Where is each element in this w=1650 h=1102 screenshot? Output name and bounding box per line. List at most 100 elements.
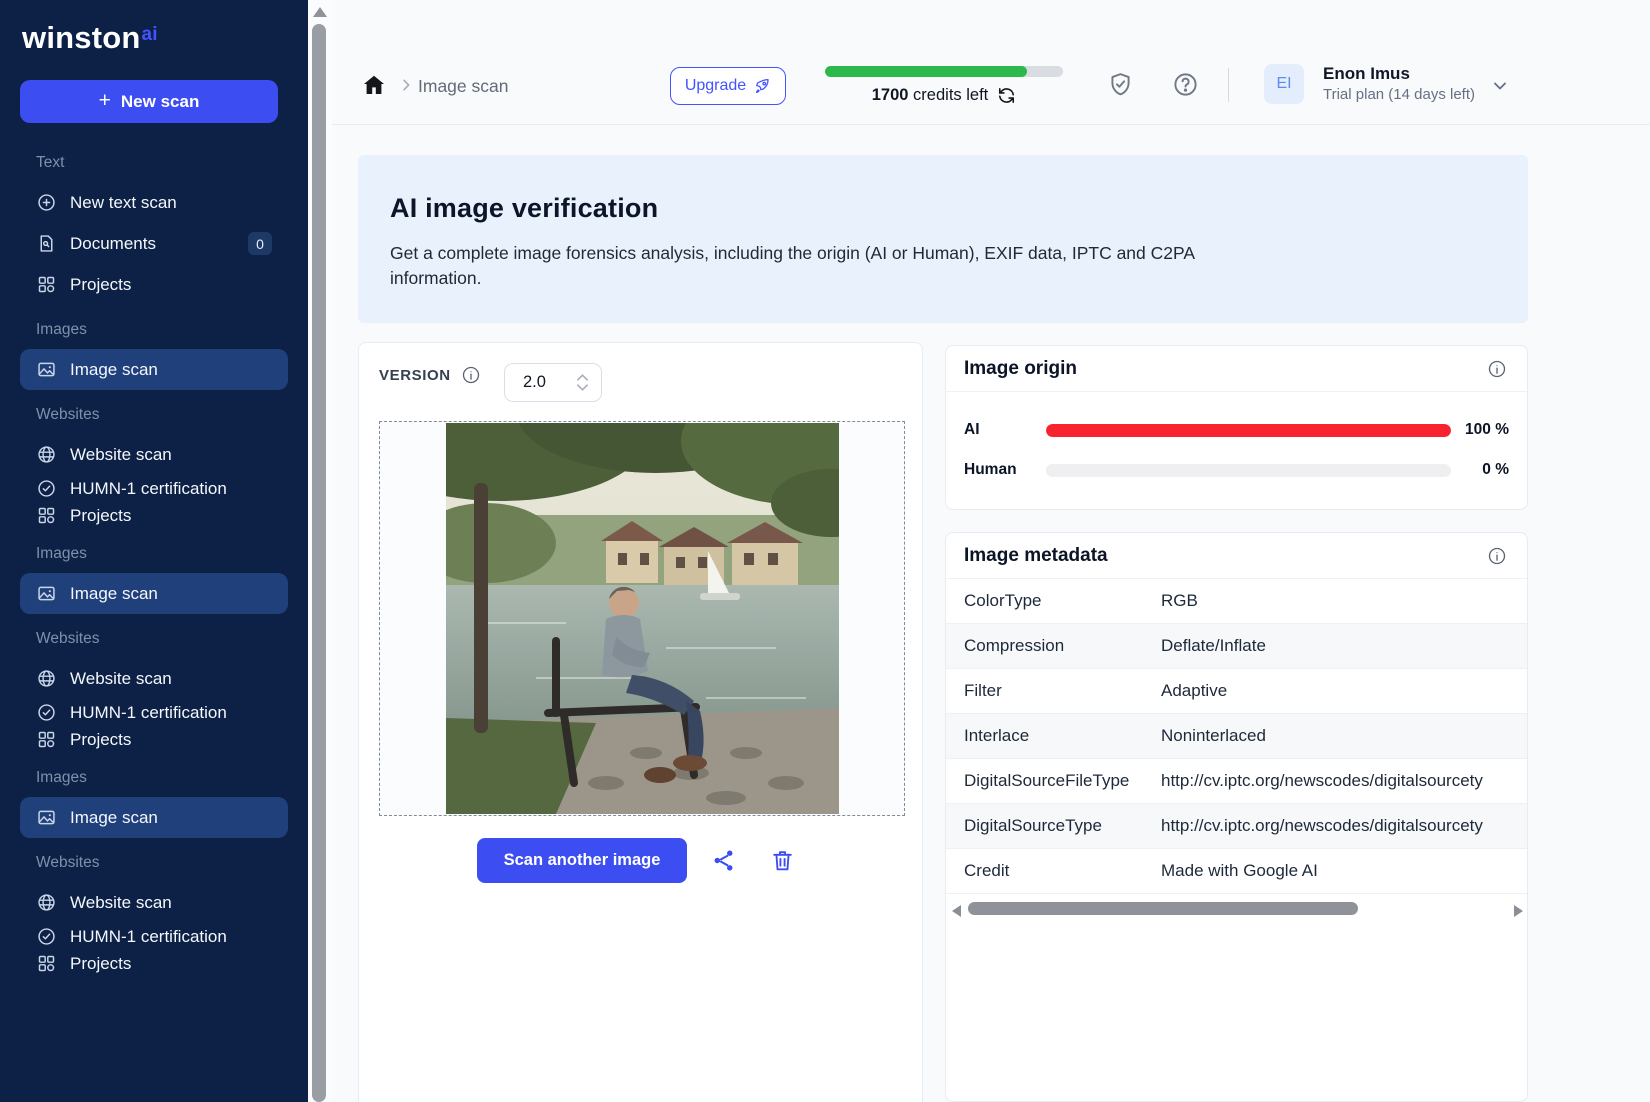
- trash-icon[interactable]: [770, 848, 795, 873]
- version-info-icon[interactable]: [461, 365, 481, 385]
- image-icon: [36, 583, 57, 604]
- check-circle-icon: [36, 702, 57, 723]
- origin-label: Human: [964, 461, 1046, 479]
- version-label: VERSION: [379, 367, 451, 384]
- plus-icon: +: [99, 89, 111, 113]
- globe-icon: [36, 892, 57, 913]
- image-icon: [36, 807, 57, 828]
- image-origin-title: Image origin: [964, 358, 1077, 380]
- new-scan-button[interactable]: + New scan: [20, 80, 278, 123]
- origin-label: AI: [964, 421, 1046, 439]
- sidebar-item-website-scan[interactable]: Website scan: [20, 434, 288, 475]
- sidebar-item-projects[interactable]: Projects: [20, 502, 288, 529]
- grid-icon: [36, 729, 57, 750]
- page-title: AI image verification: [390, 193, 1496, 224]
- sidebar-item-website-scan[interactable]: Website scan: [20, 658, 288, 699]
- documents-count-badge: 0: [248, 232, 272, 255]
- origin-percent: 100 %: [1451, 421, 1509, 439]
- sidebar-item-label: New text scan: [70, 193, 272, 213]
- origin-row-ai: AI 100 %: [964, 410, 1509, 450]
- plus-circle-icon: [36, 192, 57, 213]
- scroll-right-arrow-icon[interactable]: [1514, 905, 1523, 917]
- avatar[interactable]: EI: [1264, 64, 1304, 104]
- sidebar-item-projects[interactable]: Projects: [20, 950, 288, 977]
- metadata-key: Filter: [946, 681, 1161, 701]
- metadata-row-compression: CompressionDeflate/Inflate: [946, 624, 1527, 669]
- scroll-left-arrow-icon[interactable]: [952, 905, 961, 917]
- metadata-value: Deflate/Inflate: [1161, 636, 1527, 656]
- upgrade-button[interactable]: Upgrade: [670, 67, 786, 105]
- credits-widget: 1700 credits left: [825, 66, 1063, 105]
- metadata-key: Credit: [946, 861, 1161, 881]
- sidebar-item-projects[interactable]: Projects: [20, 264, 288, 305]
- metadata-value: RGB: [1161, 591, 1527, 611]
- sidebar-item-label: Projects: [70, 730, 272, 750]
- globe-icon: [36, 444, 57, 465]
- metadata-value: Made with Google AI: [1161, 861, 1527, 881]
- shield-check-icon[interactable]: [1107, 71, 1134, 98]
- origin-bar-fill: [1046, 424, 1451, 437]
- page-description: Get a complete image forensics analysis,…: [390, 241, 1212, 291]
- metadata-key: DigitalSourceType: [946, 816, 1161, 836]
- chevron-down-icon[interactable]: [1490, 76, 1510, 96]
- sidebar-nav: TextNew text scanDocuments0ProjectsImage…: [0, 138, 308, 977]
- sidebar-item-label: Image scan: [70, 808, 272, 828]
- origin-percent: 0 %: [1451, 461, 1509, 479]
- sidebar-item-label: Website scan: [70, 669, 272, 689]
- sidebar-item-label: Projects: [70, 954, 272, 974]
- sidebar-item-documents[interactable]: Documents 0: [20, 223, 288, 264]
- home-icon[interactable]: [362, 73, 386, 97]
- metadata-value: http://cv.iptc.org/newscodes/digitalsour…: [1161, 771, 1527, 791]
- version-select[interactable]: 2.0: [504, 363, 602, 402]
- sidebar-item-image-scan[interactable]: Image scan: [20, 349, 288, 390]
- refresh-icon[interactable]: [997, 86, 1016, 105]
- sidebar-item-label: Website scan: [70, 445, 272, 465]
- image-origin-info-icon[interactable]: [1487, 359, 1507, 379]
- document-icon: [36, 233, 57, 254]
- sidebar-item-new-text-scan[interactable]: New text scan: [20, 182, 288, 223]
- sidebar-section-label: Websites: [0, 614, 308, 658]
- image-metadata-info-icon[interactable]: [1487, 546, 1507, 566]
- logo-brand: winston: [22, 20, 141, 55]
- metadata-value: http://cv.iptc.org/newscodes/digitalsour…: [1161, 816, 1527, 836]
- user-name[interactable]: Enon Imus: [1323, 64, 1410, 84]
- metadata-horizontal-scrollbar: [952, 902, 1523, 920]
- sidebar-section-label: Text: [0, 138, 308, 182]
- app-logo: winstonai: [0, 0, 308, 56]
- sidebar-item-image-scan[interactable]: Image scan: [20, 797, 288, 838]
- sidebar-item-website-scan[interactable]: Website scan: [20, 882, 288, 923]
- scroll-up-arrow-icon[interactable]: [313, 7, 327, 17]
- sidebar: winstonai + New scan Text New text scan Do…: [0, 0, 308, 1102]
- image-icon: [36, 359, 57, 380]
- sidebar-item-label: Image scan: [70, 584, 272, 604]
- scan-another-image-button[interactable]: Scan another image: [477, 838, 687, 883]
- metadata-row-interlace: InterlaceNoninterlaced: [946, 714, 1527, 759]
- globe-icon: [36, 668, 57, 689]
- top-bar: Image scan Upgrade 1700 credits left EI …: [332, 0, 1650, 125]
- sidebar-item-projects[interactable]: Projects: [20, 726, 288, 753]
- share-icon[interactable]: [711, 848, 736, 873]
- page-banner: AI image verification Get a complete ima…: [358, 155, 1528, 323]
- credits-progress-track: [825, 66, 1063, 77]
- sidebar-item-humn-1-certification[interactable]: HUMN-1 certification: [20, 923, 288, 950]
- version-value: 2.0: [523, 373, 558, 392]
- scan-panel: VERSION 2.0: [358, 342, 923, 1102]
- app-window: winstonai + New scan Text New text scan Do…: [0, 0, 1650, 1102]
- metadata-row-digitalsourcetype: DigitalSourceTypehttp://cv.iptc.org/news…: [946, 804, 1527, 849]
- sidebar-section-label: Websites: [0, 838, 308, 882]
- vertical-scrollbar-thumb[interactable]: [312, 24, 326, 1102]
- sidebar-item-image-scan[interactable]: Image scan: [20, 573, 288, 614]
- sidebar-item-humn-1-certification[interactable]: HUMN-1 certification: [20, 699, 288, 726]
- new-scan-label: New scan: [121, 92, 199, 112]
- help-icon[interactable]: [1172, 71, 1199, 98]
- sidebar-section-label: Images: [0, 529, 308, 573]
- origin-rows: AI 100 % Human 0 %: [946, 392, 1527, 490]
- sidebar-item-label: Documents: [70, 234, 235, 254]
- horizontal-scrollbar-thumb[interactable]: [968, 902, 1358, 915]
- origin-row-human: Human 0 %: [964, 450, 1509, 490]
- sidebar-item-humn-1-certification[interactable]: HUMN-1 certification: [20, 475, 288, 502]
- select-chevrons-icon: [576, 373, 589, 392]
- metadata-value: Adaptive: [1161, 681, 1527, 701]
- avatar-initials: EI: [1276, 75, 1291, 93]
- metadata-row-colortype: ColorTypeRGB: [946, 579, 1527, 624]
